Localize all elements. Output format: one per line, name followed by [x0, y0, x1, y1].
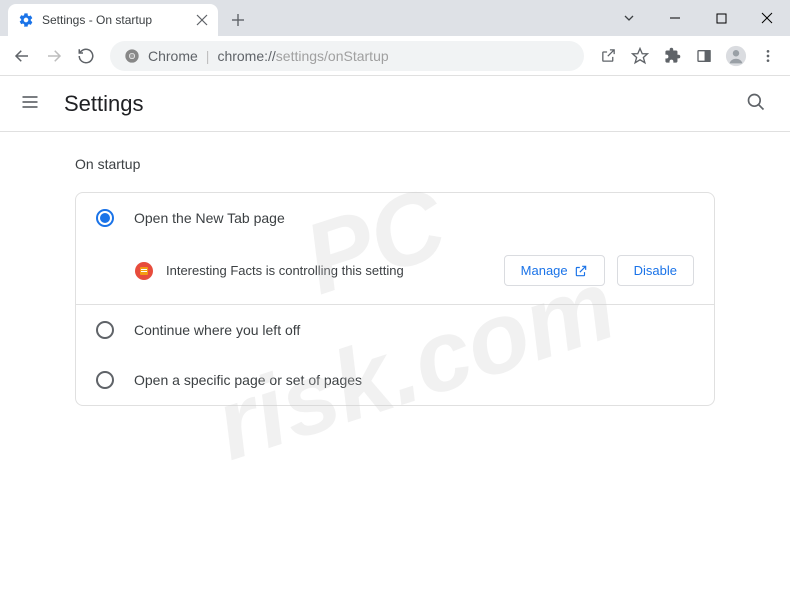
- maximize-button[interactable]: [698, 0, 744, 36]
- menu-icon[interactable]: [754, 42, 782, 70]
- window-titlebar: Settings - On startup: [0, 0, 790, 36]
- search-settings-button[interactable]: [746, 92, 770, 116]
- radio-option-new-tab[interactable]: Open the New Tab page: [76, 193, 714, 243]
- radio-icon: [96, 371, 114, 389]
- startup-options-card: Open the New Tab page Interesting Facts …: [75, 192, 715, 406]
- radio-option-continue[interactable]: Continue where you left off: [76, 305, 714, 355]
- settings-content: On startup Open the New Tab page Interes…: [35, 132, 755, 430]
- scheme-label: Chrome: [148, 48, 198, 64]
- sidepanel-icon[interactable]: [690, 42, 718, 70]
- close-tab-icon[interactable]: [196, 14, 208, 26]
- extensions-icon[interactable]: [658, 42, 686, 70]
- close-window-button[interactable]: [744, 0, 790, 36]
- manage-button[interactable]: Manage: [504, 255, 605, 286]
- radio-option-specific-pages[interactable]: Open a specific page or set of pages: [76, 355, 714, 405]
- tab-title: Settings - On startup: [42, 13, 188, 27]
- extension-notice-text: Interesting Facts is controlling this se…: [166, 263, 492, 278]
- browser-toolbar: Chrome | chrome://settings/onStartup: [0, 36, 790, 76]
- bookmark-icon[interactable]: [626, 42, 654, 70]
- new-tab-button[interactable]: [224, 6, 252, 34]
- reload-button[interactable]: [72, 42, 100, 70]
- page-title: Settings: [64, 91, 144, 117]
- url-display: chrome://settings/onStartup: [217, 48, 388, 64]
- forward-button[interactable]: [40, 42, 68, 70]
- radio-icon: [96, 209, 114, 227]
- profile-icon[interactable]: [722, 42, 750, 70]
- share-icon[interactable]: [594, 42, 622, 70]
- chrome-icon: [124, 48, 140, 64]
- back-button[interactable]: [8, 42, 36, 70]
- omnibox-separator: |: [206, 48, 210, 64]
- minimize-button[interactable]: [652, 0, 698, 36]
- extension-icon: [134, 261, 154, 281]
- address-bar[interactable]: Chrome | chrome://settings/onStartup: [110, 41, 584, 71]
- extension-notice: Interesting Facts is controlling this se…: [76, 243, 714, 305]
- radio-label: Open a specific page or set of pages: [134, 372, 362, 388]
- hamburger-menu-button[interactable]: [20, 92, 44, 116]
- radio-label: Open the New Tab page: [134, 210, 285, 226]
- radio-icon: [96, 321, 114, 339]
- gear-icon: [18, 12, 34, 28]
- browser-tab[interactable]: Settings - On startup: [8, 4, 218, 36]
- disable-button[interactable]: Disable: [617, 255, 694, 286]
- chevron-down-icon[interactable]: [606, 0, 652, 36]
- section-title: On startup: [75, 156, 715, 172]
- radio-label: Continue where you left off: [134, 322, 300, 338]
- settings-header: Settings: [0, 76, 790, 132]
- window-controls: [606, 0, 790, 36]
